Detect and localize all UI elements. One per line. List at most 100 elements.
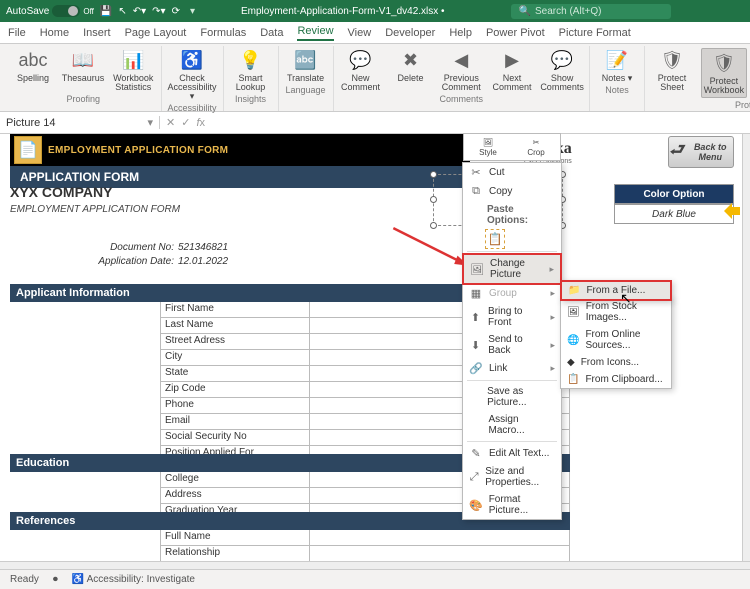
field-input[interactable] (310, 530, 570, 546)
ribbon-group-protect: 🛡Protect Sheet🛡Protect Workbook✎Allow Ed… (645, 46, 750, 111)
ribbon-delete-button[interactable]: ✖Delete (390, 48, 432, 83)
format-icon: 🎨 (469, 499, 483, 512)
qat-refresh-icon[interactable]: ⟳ (172, 6, 180, 17)
group-label: Notes (605, 85, 629, 95)
ctx-paste-option[interactable]: 📋 (485, 229, 505, 249)
horizontal-scrollbar[interactable] (0, 561, 750, 569)
delete-icon: ✖ (399, 48, 423, 72)
group-label: Accessibility (168, 103, 217, 113)
search-box[interactable]: 🔍 Search (Alt+Q) (511, 4, 671, 19)
field-label: Zip Code (160, 382, 310, 398)
status-recorder-icon[interactable]: ⏺ (53, 574, 58, 585)
ribbon-new-comment-button[interactable]: 💬New Comment (340, 48, 382, 92)
field-label: Address (160, 488, 310, 504)
cancel-icon[interactable]: ✕ (166, 116, 175, 129)
titlebar: AutoSave Off 💾 ↖ ↶▾ ↷▾ ⟳ ▾ Employment-Ap… (0, 0, 750, 22)
ctx-group[interactable]: ▦Group▸ (463, 284, 561, 303)
check-accessibility--icon: ♿ (180, 48, 204, 72)
ctx-cut[interactable]: ✂Cut (463, 163, 561, 182)
link-icon: 🔗 (469, 362, 483, 375)
accessibility-icon: ♿ (72, 574, 84, 585)
mini-crop-button[interactable]: ✂Crop (512, 134, 560, 160)
tab-help[interactable]: Help (449, 27, 472, 39)
qat-redo-icon[interactable]: ↷▾ (152, 6, 165, 17)
vertical-scrollbar[interactable] (742, 134, 750, 561)
crop-icon: ✂ (533, 138, 540, 147)
ribbon-group-accessibility: ♿Check Accessibility ▾ Accessibility (162, 46, 224, 111)
ribbon-check-accessibility--button[interactable]: ♿Check Accessibility ▾ (168, 48, 217, 101)
tab-page-layout[interactable]: Page Layout (125, 27, 187, 39)
tab-power-pivot[interactable]: Power Pivot (486, 27, 545, 39)
tab-insert[interactable]: Insert (83, 27, 111, 39)
show-comments-icon: 💬 (550, 48, 574, 72)
ctx-save-as-picture[interactable]: Save as Picture... (463, 383, 561, 411)
qat-save-icon[interactable]: 💾 (100, 6, 112, 17)
ctx-assign-macro[interactable]: Assign Macro... (463, 411, 561, 439)
ctx-format-picture[interactable]: 🎨Format Picture... (463, 491, 561, 519)
field-label: Email (160, 414, 310, 430)
bring-front-icon: ⬆ (469, 311, 482, 324)
protect-workbook-icon: 🛡 (712, 51, 736, 75)
submenu-from-stock[interactable]: 🖼From Stock Images... (561, 298, 671, 326)
doc-meta: Document No:521346821 Application Date:1… (90, 242, 228, 270)
ctx-link[interactable]: 🔗Link▸ (463, 359, 561, 378)
ctx-alt-text[interactable]: ✎Edit Alt Text... (463, 444, 561, 463)
tab-file[interactable]: File (8, 27, 26, 39)
ctx-send-back[interactable]: ⬇Send to Back▸ (463, 331, 561, 359)
ctx-copy[interactable]: ⧉Copy (463, 182, 561, 201)
autosave-toggle[interactable] (52, 5, 80, 17)
ribbon-thesaurus-button[interactable]: 📖Thesaurus (62, 48, 104, 83)
ribbon-previous-comment-button[interactable]: ◀Previous Comment (440, 48, 484, 92)
change-picture-submenu-hl: 📁From a File... (560, 280, 672, 301)
tab-view[interactable]: View (348, 27, 372, 39)
context-menu: 🖼Style ✂Crop ✂Cut ⧉Copy Paste Options: 📋… (462, 162, 562, 520)
submenu-from-clipboard[interactable]: 📋From Clipboard... (561, 371, 671, 388)
ctx-size-props[interactable]: ⤢Size and Properties... (463, 463, 561, 491)
tab-picture-format[interactable]: Picture Format (559, 27, 631, 39)
tab-home[interactable]: Home (40, 27, 69, 39)
alt-text-icon: ✎ (469, 447, 483, 460)
clipboard-icon: 📋 (567, 374, 579, 385)
ribbon-workbook-statistics-button[interactable]: 📊Workbook Statistics (112, 48, 155, 92)
name-box[interactable]: Picture 14 ▾ (0, 116, 160, 129)
tab-review[interactable]: Review (297, 25, 333, 41)
tab-data[interactable]: Data (260, 27, 283, 39)
autosave[interactable]: AutoSave Off (6, 5, 94, 17)
tab-formulas[interactable]: Formulas (200, 27, 246, 39)
qat-cursor-icon[interactable]: ↖ (118, 6, 126, 17)
filename: Employment-Application-Form-V1_dv42.xlsx… (241, 6, 445, 17)
name-box-dropdown-icon[interactable]: ▾ (147, 116, 153, 129)
fx-icon[interactable]: fx (196, 117, 205, 129)
new-comment-icon: 💬 (349, 48, 373, 72)
autosave-label: AutoSave (6, 6, 49, 17)
ribbon-next-comment-button[interactable]: ▶Next Comment (491, 48, 533, 92)
confirm-icon[interactable]: ✓ (181, 116, 190, 129)
form-header: 📄 EMPLOYMENT APPLICATION FORM (10, 134, 470, 166)
field-label: College (160, 472, 310, 488)
spelling-icon: abc (21, 48, 45, 72)
ribbon-notes--button[interactable]: 📝Notes ▾ (596, 48, 638, 83)
field-input[interactable] (310, 546, 570, 561)
ctx-bring-front[interactable]: ⬆Bring to Front▸ (463, 303, 561, 331)
submenu-from-file[interactable]: 📁From a File... (562, 282, 670, 299)
ribbon-group-insights: 💡Smart LookupInsights (224, 46, 279, 111)
doc-no: 521346821 (178, 242, 228, 253)
form-logo-icon: 📄 (14, 136, 42, 164)
tab-developer[interactable]: Developer (385, 27, 435, 39)
ctx-change-picture[interactable]: 🖼Change Picture▸ (462, 253, 562, 285)
ribbon-protect-workbook-button[interactable]: 🛡Protect Workbook (701, 48, 747, 98)
ribbon-show-comments-button[interactable]: 💬Show Comments (541, 48, 583, 92)
status-accessibility[interactable]: ♿ Accessibility: Investigate (72, 574, 195, 585)
field-label: State (160, 366, 310, 382)
ribbon-protect-sheet-button[interactable]: 🛡Protect Sheet (651, 48, 693, 92)
formula-bar: Picture 14 ▾ ✕ ✓ fx (0, 112, 750, 134)
submenu-from-icons[interactable]: ◆From Icons... (561, 354, 671, 371)
back-to-menu-button[interactable]: ⮐ Back to Menu (668, 136, 734, 168)
ribbon-smart-lookup-button[interactable]: 💡Smart Lookup (230, 48, 272, 92)
ribbon-spelling-button[interactable]: abcSpelling (12, 48, 54, 83)
qat-undo-icon[interactable]: ↶▾ (133, 6, 146, 17)
submenu-from-online[interactable]: 🌐From Online Sources... (561, 326, 671, 354)
field-row: Full Name (10, 530, 570, 546)
ribbon-translate-button[interactable]: 🔤Translate (285, 48, 327, 83)
mini-style-button[interactable]: 🖼Style (464, 134, 512, 160)
